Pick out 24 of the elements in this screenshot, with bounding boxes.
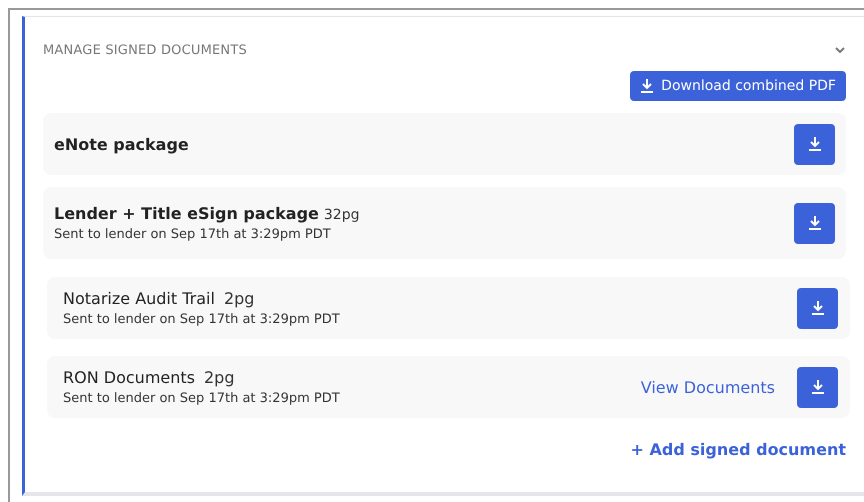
- download-button[interactable]: [794, 124, 835, 164]
- download-button[interactable]: [797, 288, 838, 328]
- page-count: 2pg: [204, 368, 234, 387]
- document-name: eNote package: [54, 134, 189, 154]
- page-count: 2pg: [224, 289, 254, 308]
- add-document-link[interactable]: + Add signed document: [630, 440, 846, 459]
- download-icon: [810, 300, 824, 316]
- document-name: Lender + Title eSign package: [54, 204, 319, 223]
- chevron-down-icon[interactable]: [834, 46, 846, 54]
- page-count: 32pg: [324, 207, 360, 223]
- download-button[interactable]: [797, 366, 838, 408]
- sent-status: Sent to lender on Sep 17th at 3:29pm PDT: [63, 391, 341, 406]
- download-icon: [808, 136, 822, 152]
- download-icon: [810, 379, 824, 395]
- sent-status: Sent to lender on Sep 17th at 3:29pm PDT: [54, 227, 332, 242]
- download-icon: [640, 78, 654, 94]
- document-name: Notarize Audit Trail: [63, 289, 215, 308]
- download-icon: [808, 215, 822, 231]
- download-combined-button[interactable]: Download combined PDF: [630, 71, 846, 101]
- view-documents-link[interactable]: View Documents: [640, 378, 775, 396]
- download-button[interactable]: [794, 202, 835, 244]
- section-title: MANAGE SIGNED DOCUMENTS: [43, 42, 247, 58]
- document-name: RON Documents: [63, 368, 195, 387]
- sent-status: Sent to lender on Sep 17th at 3:29pm PDT: [63, 312, 341, 327]
